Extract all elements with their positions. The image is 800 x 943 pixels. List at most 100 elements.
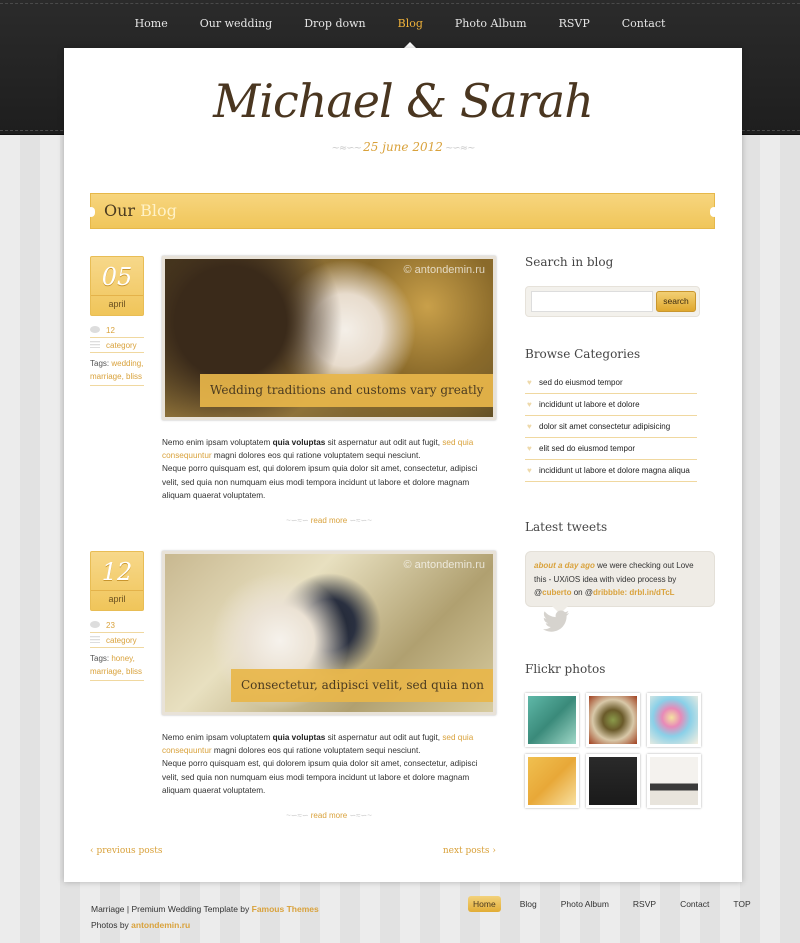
site-title: Michael & Sarah — [213, 74, 594, 128]
search-input[interactable] — [531, 291, 653, 312]
heart-icon: ♥ — [527, 444, 532, 453]
nav-drop-down[interactable]: Drop down — [288, 0, 381, 48]
page-container: Michael & Sarah ~≈∽~ 25 june 2012 ~∽≈~ O… — [64, 48, 742, 882]
tag-link[interactable]: marriage, — [90, 372, 124, 381]
category-item[interactable]: ♥ incididunt ut labore et dolore — [525, 394, 697, 416]
category-label: elit sed do eiusmod tempor — [539, 444, 636, 453]
tag-link[interactable]: bliss — [126, 667, 142, 676]
image-caption[interactable]: Consectetur, adipisci velit, sed quia no… — [231, 669, 493, 702]
nav-rsvp[interactable]: RSVP — [543, 0, 606, 48]
heart-icon: ♥ — [527, 378, 532, 387]
nav-photo-album[interactable]: Photo Album — [439, 0, 543, 48]
post-day: 05 — [101, 263, 133, 291]
category-label: incididunt ut labore et dolore — [539, 400, 640, 409]
tweets-title: Latest tweets — [525, 520, 608, 534]
categories-title: Browse Categories — [525, 347, 641, 361]
category-label: dolor sit amet consectetur adipisicing — [539, 422, 671, 431]
ornament-left-icon: ~∽≈∽ — [286, 516, 311, 525]
list-icon — [90, 635, 100, 645]
search-button[interactable]: search — [656, 291, 696, 312]
main-nav: Home Our wedding Drop down Blog Photo Al… — [0, 0, 800, 48]
comments-row[interactable]: 12 — [90, 323, 144, 338]
ornament-left-icon: ~≈∽~ — [331, 143, 364, 154]
tag-link[interactable]: honey, — [111, 654, 134, 663]
flickr-title: Flickr photos — [525, 662, 606, 676]
flickr-thumb[interactable] — [586, 754, 640, 808]
category-item[interactable]: ♥ sed do eiusmod tempor — [525, 372, 697, 394]
tweet-user-link[interactable]: cuberto — [542, 588, 571, 597]
flickr-thumb[interactable] — [647, 693, 701, 747]
tweet-user-link[interactable]: dribbble: — [593, 588, 627, 597]
section-banner: Our Blog — [87, 193, 718, 229]
tags-row: Tags: honey, marriage, bliss — [90, 648, 144, 681]
footer-nav-home[interactable]: Home — [468, 896, 501, 912]
tweet-text: on — [571, 588, 585, 597]
category-list: ♥ sed do eiusmod tempor ♥ incididunt ut la… — [525, 372, 697, 482]
nav-blog[interactable]: Blog — [382, 0, 439, 48]
comment-count: 23 — [106, 620, 115, 630]
tag-link[interactable]: bliss — [126, 372, 142, 381]
image-caption[interactable]: Wedding traditions and customs vary grea… — [200, 374, 493, 407]
nav-home[interactable]: Home — [119, 0, 184, 48]
flickr-thumb[interactable] — [647, 754, 701, 808]
ornament-right-icon: ∽≈∽~ — [347, 516, 372, 525]
footer: Marriage | Premium Wedding Template by F… — [0, 882, 800, 943]
tweet-bubble: about a day ago we were checking out Lov… — [525, 551, 715, 614]
tags-row: Tags: wedding, marriage, bliss — [90, 353, 144, 386]
flickr-thumb[interactable] — [586, 693, 640, 747]
next-posts-link[interactable]: next posts › — [443, 846, 496, 856]
tag-link[interactable]: marriage, — [90, 667, 124, 676]
category-item[interactable]: ♥ elit sed do eiusmod tempor — [525, 438, 697, 460]
excerpt-paragraph: Neque porro quisquam est, qui dolorem ip… — [162, 464, 478, 500]
section-title-highlight: Blog — [140, 201, 177, 220]
footer-nav: Home Blog Photo Album RSVP Contact TOP — [468, 896, 770, 912]
comment-count: 12 — [106, 325, 115, 335]
tweet-link[interactable]: drbl.in/dTcL — [629, 588, 674, 597]
footer-photos-link[interactable]: antondemin.ru — [131, 920, 190, 930]
search-title: Search in blog — [525, 255, 614, 269]
date-card: 05 april — [90, 256, 144, 316]
previous-posts-link[interactable]: ‹ previous posts — [90, 846, 163, 856]
twitter-bird-icon — [540, 610, 570, 638]
comments-row[interactable]: 23 — [90, 618, 144, 633]
read-more[interactable]: ~∽≈∽ read more ∽≈∽~ — [162, 811, 496, 820]
comment-icon — [90, 325, 100, 335]
excerpt-text: magni dolores eos qui ratione voluptatem… — [211, 451, 421, 461]
tag-link[interactable]: wedding, — [111, 359, 143, 368]
post-image[interactable]: © antondemin.ru Wedding traditions and c… — [162, 256, 496, 420]
section-title-prefix: Our — [104, 201, 136, 220]
footer-nav-contact[interactable]: Contact — [675, 896, 714, 912]
read-more-link[interactable]: read more — [311, 516, 347, 525]
category-row[interactable]: category — [90, 633, 144, 648]
category-link[interactable]: category — [106, 341, 137, 350]
tweet-time[interactable]: about a day ago — [534, 561, 595, 570]
footer-credit-text: Marriage | Premium Wedding Template by — [91, 904, 252, 914]
category-item[interactable]: ♥ dolor sit amet consectetur adipisicing — [525, 416, 697, 438]
category-item[interactable]: ♥ incididunt ut labore et dolore magna al… — [525, 460, 697, 482]
footer-nav-top[interactable]: TOP — [728, 896, 755, 912]
post-image[interactable]: © antondemin.ru Consectetur, adipisci ve… — [162, 551, 496, 715]
footer-theme-link[interactable]: Famous Themes — [252, 904, 319, 914]
footer-credits: Marriage | Premium Wedding Template by F… — [91, 901, 319, 933]
read-more-link[interactable]: read more — [311, 811, 347, 820]
excerpt-bold: quia voluptas — [272, 733, 326, 742]
category-link[interactable]: category — [106, 636, 137, 645]
image-watermark: © antondemin.ru — [403, 559, 486, 571]
ornament-left-icon: ~∽≈∽ — [286, 811, 311, 820]
flickr-thumb[interactable] — [525, 693, 579, 747]
list-icon — [90, 340, 100, 350]
post-excerpt: Nemo enim ipsam voluptatem quia voluptas… — [162, 436, 492, 502]
category-row[interactable]: category — [90, 338, 144, 353]
nav-contact[interactable]: Contact — [606, 0, 682, 48]
tags-label: Tags: — [90, 359, 110, 368]
nav-our-wedding[interactable]: Our wedding — [184, 0, 289, 48]
ornament-right-icon: ∽≈∽~ — [347, 811, 372, 820]
post-meta: 12 category Tags: wedding, marriage, bli… — [90, 323, 144, 386]
image-watermark: © antondemin.ru — [403, 264, 486, 276]
flickr-thumb[interactable] — [525, 754, 579, 808]
section-title: Our Blog — [104, 201, 177, 220]
footer-nav-rsvp[interactable]: RSVP — [628, 896, 661, 912]
read-more[interactable]: ~∽≈∽ read more ∽≈∽~ — [162, 516, 496, 525]
footer-nav-blog[interactable]: Blog — [515, 896, 542, 912]
footer-nav-photo-album[interactable]: Photo Album — [556, 896, 614, 912]
